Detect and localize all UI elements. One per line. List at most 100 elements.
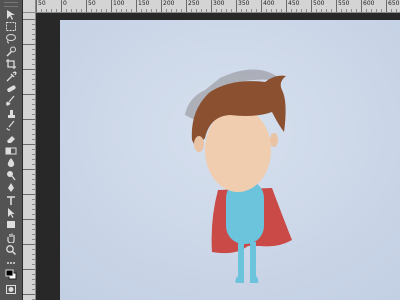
ruler-major-tick bbox=[311, 0, 312, 12]
ruler-minor-tick bbox=[201, 9, 202, 12]
type-tool[interactable] bbox=[3, 194, 19, 206]
hand-tool[interactable] bbox=[3, 231, 19, 243]
brush-tool[interactable] bbox=[3, 95, 19, 107]
path-select-icon bbox=[8, 207, 15, 218]
document-canvas[interactable] bbox=[60, 20, 400, 300]
ruler-major-tick bbox=[286, 0, 287, 12]
ruler-minor-tick bbox=[32, 214, 35, 215]
ruler-label: 400 bbox=[263, 0, 275, 7]
dodge-tool[interactable] bbox=[3, 169, 19, 181]
ruler-minor-tick bbox=[32, 79, 35, 80]
ruler-minor-tick bbox=[76, 9, 77, 12]
ruler-minor-tick bbox=[326, 9, 327, 12]
ruler-minor-tick bbox=[206, 9, 207, 12]
ruler-minor-tick bbox=[131, 9, 132, 12]
ruler-major-tick bbox=[23, 219, 35, 220]
spot-healing-tool[interactable] bbox=[3, 82, 19, 94]
ruler-major-tick bbox=[23, 94, 35, 95]
ruler-minor-tick bbox=[81, 9, 82, 12]
ruler-label: 100 bbox=[113, 0, 125, 7]
ruler-minor-tick bbox=[32, 159, 35, 160]
move-tool[interactable] bbox=[3, 8, 19, 20]
blur-tool[interactable] bbox=[3, 157, 19, 169]
ruler-major-tick bbox=[23, 69, 35, 70]
eraser-tool[interactable] bbox=[3, 132, 19, 144]
zoom-tool[interactable] bbox=[3, 244, 19, 256]
ruler-minor-tick bbox=[351, 9, 352, 12]
marquee-tool[interactable] bbox=[3, 20, 19, 32]
ruler-minor-tick bbox=[301, 9, 302, 12]
ruler-minor-tick bbox=[141, 9, 142, 12]
panel-grip[interactable] bbox=[4, 2, 18, 7]
ruler-major-tick bbox=[211, 0, 212, 12]
foreground-background-colors[interactable] bbox=[3, 268, 19, 280]
ruler-minor-tick bbox=[41, 9, 42, 12]
ruler-minor-tick bbox=[191, 9, 192, 12]
ruler-minor-tick bbox=[32, 29, 35, 30]
shape-tool[interactable] bbox=[3, 219, 19, 231]
ruler-minor-tick bbox=[216, 9, 217, 12]
ruler-minor-tick bbox=[346, 9, 347, 12]
ruler-minor-tick bbox=[32, 239, 35, 240]
ruler-major-tick bbox=[23, 119, 35, 120]
ruler-minor-tick bbox=[32, 279, 35, 280]
dodge-icon bbox=[7, 170, 16, 181]
quick-select-tool[interactable] bbox=[3, 45, 19, 57]
crop-tool[interactable] bbox=[3, 58, 19, 70]
ruler-minor-tick bbox=[32, 89, 35, 90]
type-icon bbox=[7, 195, 15, 205]
ruler-minor-tick bbox=[331, 9, 332, 12]
ruler-minor-tick bbox=[116, 9, 117, 12]
marquee-icon bbox=[6, 21, 16, 31]
lasso-tool[interactable] bbox=[3, 33, 19, 45]
ruler-label: 650 bbox=[388, 0, 400, 7]
ruler-minor-tick bbox=[32, 274, 35, 275]
ruler-label: 50 bbox=[88, 0, 96, 7]
pen-tool[interactable] bbox=[3, 182, 19, 194]
clone-stamp-icon bbox=[8, 109, 15, 118]
ruler-minor-tick bbox=[291, 9, 292, 12]
ruler-major-tick bbox=[23, 144, 35, 145]
quick-select-icon bbox=[6, 46, 16, 57]
ruler-label: 50 bbox=[38, 0, 46, 7]
mores-icon bbox=[7, 261, 15, 264]
ruler-minor-tick bbox=[266, 9, 267, 12]
history-brush-tool[interactable] bbox=[3, 120, 19, 132]
ruler-minor-tick bbox=[32, 129, 35, 130]
clone-stamp-tool[interactable] bbox=[3, 107, 19, 119]
horizontal-ruler[interactable]: 50 0 50 100 150 200 250 300 350 400 450 500 550 600 65… bbox=[36, 0, 400, 13]
ruler-minor-tick bbox=[126, 9, 127, 12]
ruler-minor-tick bbox=[32, 209, 35, 210]
ruler-minor-tick bbox=[231, 9, 232, 12]
ruler-minor-tick bbox=[32, 134, 35, 135]
more-tools[interactable] bbox=[3, 256, 19, 268]
ruler-minor-tick bbox=[226, 9, 227, 12]
ruler-minor-tick bbox=[32, 174, 35, 175]
quick-mask-mode[interactable] bbox=[3, 283, 19, 295]
ruler-minor-tick bbox=[32, 199, 35, 200]
path-select-tool[interactable] bbox=[3, 206, 19, 218]
ruler-minor-tick bbox=[91, 9, 92, 12]
gradient-tool[interactable] bbox=[3, 144, 19, 156]
ruler-minor-tick bbox=[121, 9, 122, 12]
face bbox=[205, 108, 271, 192]
move-icon bbox=[7, 9, 15, 20]
ruler-minor-tick bbox=[32, 24, 35, 25]
ruler-minor-tick bbox=[146, 9, 147, 12]
ruler-minor-tick bbox=[166, 9, 167, 12]
ruler-minor-tick bbox=[281, 9, 282, 12]
ruler-minor-tick bbox=[371, 9, 372, 12]
ruler-minor-tick bbox=[306, 9, 307, 12]
ruler-label: 150 bbox=[138, 0, 150, 7]
brush-icon bbox=[6, 95, 15, 106]
blur-icon bbox=[7, 158, 15, 168]
shape-icon bbox=[7, 221, 15, 229]
ruler-label: 350 bbox=[238, 0, 250, 7]
eyedropper-tool[interactable] bbox=[3, 70, 19, 82]
ruler-minor-tick bbox=[151, 9, 152, 12]
spot-healing-icon bbox=[7, 85, 16, 92]
ruler-major-tick bbox=[23, 19, 35, 20]
ruler-origin[interactable] bbox=[23, 0, 36, 13]
vertical-ruler[interactable] bbox=[23, 13, 36, 300]
ruler-major-tick bbox=[236, 0, 237, 12]
